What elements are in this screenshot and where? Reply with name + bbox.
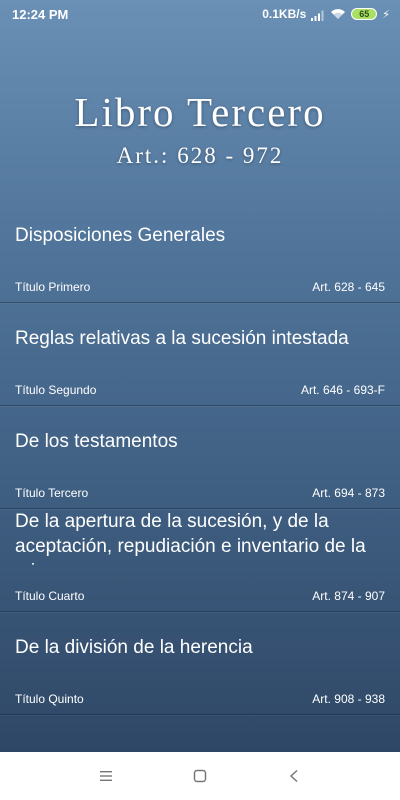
section-title: Reglas relativas a la sucesión intestada bbox=[15, 328, 349, 349]
back-icon[interactable] bbox=[282, 764, 306, 788]
home-icon[interactable] bbox=[188, 764, 212, 788]
signal-icon bbox=[311, 9, 325, 21]
status-time: 12:24 PM bbox=[12, 7, 69, 22]
section-article-range: Art. 646 - 693-F bbox=[300, 383, 385, 397]
section-item-titulo-tercero[interactable]: De los testamentos Título Tercero Art. 6… bbox=[0, 406, 400, 509]
section-title: De la apertura de la sucesión, y de la a… bbox=[15, 511, 366, 565]
section-title: De los testamentos bbox=[15, 431, 178, 452]
section-subtitle: Título Cuarto bbox=[15, 589, 85, 603]
status-indicators: 0.1KB/s 65 ⚡ bbox=[262, 7, 390, 21]
app-screen: 12:24 PM 0.1KB/s 65 ⚡ Libro Tercero Art.… bbox=[0, 0, 400, 752]
section-article-range: Art. 628 - 645 bbox=[312, 280, 385, 294]
section-item-titulo-quinto[interactable]: De la división de la herencia Título Qui… bbox=[0, 612, 400, 715]
section-subtitle: Título Quinto bbox=[15, 692, 84, 706]
status-bar: 12:24 PM 0.1KB/s 65 ⚡ bbox=[0, 0, 400, 30]
section-subtitle: Título Segundo bbox=[15, 383, 97, 397]
book-title: Libro Tercero bbox=[74, 89, 326, 135]
charging-icon: ⚡ bbox=[382, 8, 390, 21]
section-subtitle: Título Primero bbox=[15, 280, 91, 294]
section-article-range: Art. 874 - 907 bbox=[312, 589, 385, 603]
menu-icon[interactable] bbox=[94, 764, 118, 788]
section-title: Disposiciones Generales bbox=[15, 225, 226, 246]
section-article-range: Art. 908 - 938 bbox=[312, 692, 385, 706]
system-nav-bar bbox=[0, 752, 400, 800]
book-article-range: Art.: 628 - 972 bbox=[116, 143, 284, 168]
network-speed: 0.1KB/s bbox=[262, 7, 307, 21]
wifi-icon bbox=[330, 8, 346, 20]
section-title: De la división de la herencia bbox=[15, 637, 253, 658]
battery-icon: 65 bbox=[351, 8, 378, 20]
section-item-titulo-cuarto[interactable]: De la apertura de la sucesión, y de la a… bbox=[0, 509, 400, 612]
section-article-range: Art. 694 - 873 bbox=[312, 486, 385, 500]
section-item-titulo-primero[interactable]: Disposiciones Generales Título Primero A… bbox=[0, 200, 400, 303]
section-subtitle: Título Tercero bbox=[15, 486, 89, 500]
section-item-titulo-segundo[interactable]: Reglas relativas a la sucesión intestada… bbox=[0, 303, 400, 406]
